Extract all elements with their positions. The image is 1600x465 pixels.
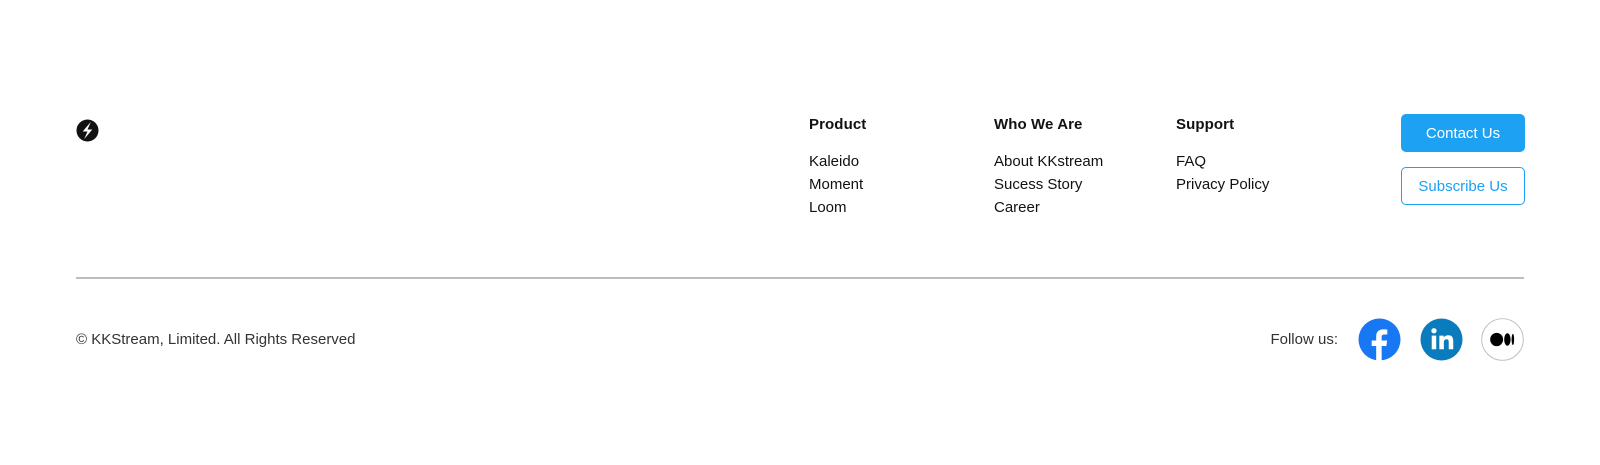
nav-link-kaleido[interactable]: Kaleido [809, 150, 866, 173]
nav-link-faq[interactable]: FAQ [1176, 150, 1269, 173]
follow-us-label: Follow us: [1270, 331, 1338, 348]
kkstream-logo-icon[interactable] [76, 119, 99, 142]
medium-icon[interactable] [1481, 318, 1524, 361]
nav-heading-product: Product [809, 116, 867, 133]
nav-column-who-we-are: Who We Are About KKstream Sucess Story C… [994, 112, 1103, 219]
nav-list-product: Kaleido Moment Loom [809, 150, 866, 219]
copyright-text: © KKStream, Limited. All Rights Reserved [76, 331, 356, 348]
nav-column-support: Support FAQ Privacy Policy [1176, 112, 1269, 196]
nav-link-moment[interactable]: Moment [809, 173, 866, 196]
contact-us-button[interactable]: Contact Us [1401, 114, 1525, 152]
footer-bottom: © KKStream, Limited. All Rights Reserved… [76, 318, 1524, 362]
nav-column-product: Product Kaleido Moment Loom [809, 112, 866, 219]
nav-list-who-we-are: About KKstream Sucess Story Career [994, 150, 1103, 219]
nav-link-loom[interactable]: Loom [809, 196, 866, 219]
nav-link-about[interactable]: About KKstream [994, 150, 1103, 173]
nav-link-career[interactable]: Career [994, 196, 1103, 219]
facebook-icon[interactable] [1358, 318, 1401, 361]
nav-link-privacy-policy[interactable]: Privacy Policy [1176, 173, 1269, 196]
linkedin-icon[interactable] [1420, 318, 1463, 361]
footer-top: Product Kaleido Moment Loom Who We Are A… [76, 112, 1525, 222]
footer-divider [76, 277, 1524, 279]
nav-heading-support: Support [1176, 116, 1235, 133]
nav-list-support: FAQ Privacy Policy [1176, 150, 1269, 196]
nav-heading-who-we-are: Who We Are [994, 116, 1083, 133]
nav-link-success-story[interactable]: Sucess Story [994, 173, 1103, 196]
subscribe-us-button[interactable]: Subscribe Us [1401, 167, 1525, 205]
